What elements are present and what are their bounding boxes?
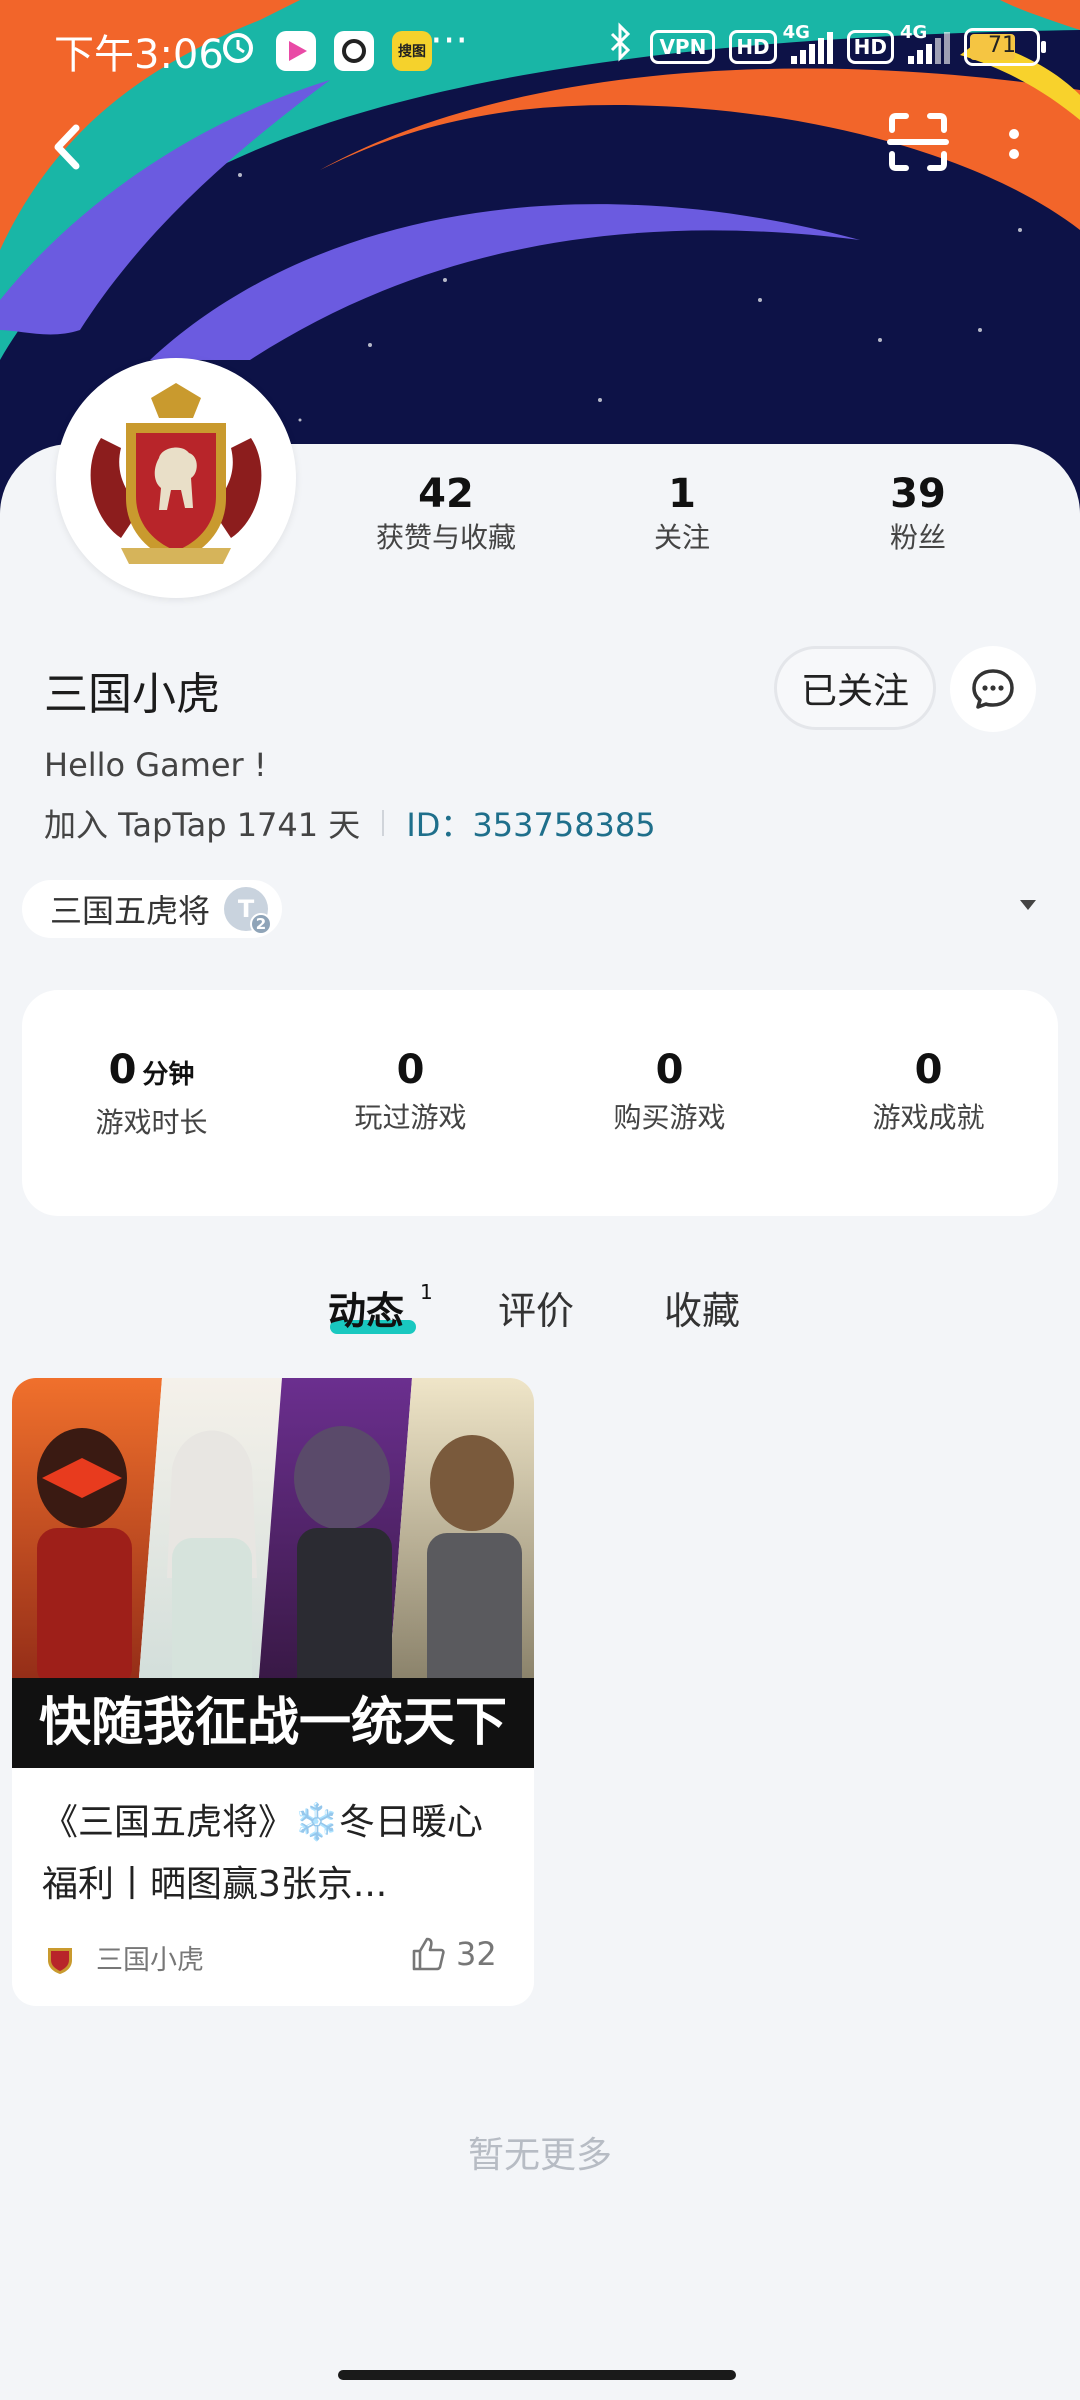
stat-likes-label: 获赞与收藏 xyxy=(376,521,517,554)
bluetooth-icon xyxy=(606,22,636,71)
hd-indicator-2: HD xyxy=(846,29,894,64)
user-id[interactable]: ID：353758385 xyxy=(406,800,655,846)
stat-likes-collections[interactable]: 42 获赞与收藏 xyxy=(376,470,516,558)
network-type-2: 4G xyxy=(900,21,928,43)
post-title: 《三国五虎将》❄️冬日暖心福利丨晒图赢3张京... xyxy=(42,1802,483,1905)
stat-playtime[interactable]: 0 分钟 游戏时长 xyxy=(22,1042,281,1143)
hd-indicator-1: HD xyxy=(729,29,777,64)
stat-followers-value: 39 xyxy=(890,471,946,517)
status-time: 下午3:06 xyxy=(54,32,224,78)
tag-expand-icon[interactable] xyxy=(1020,900,1036,910)
video-app-icon xyxy=(276,30,316,71)
signal-icon-2: 4G xyxy=(900,22,950,64)
user-bio: Hello Gamer ! xyxy=(44,746,267,784)
status-right-icons: VPN HD 4G HD 4G 71 xyxy=(606,22,1046,71)
playtime-value: 0 xyxy=(108,1047,137,1093)
scan-icon xyxy=(887,113,949,171)
status-more-dots: ··· xyxy=(430,18,469,64)
post-author[interactable]: 三国小虎 xyxy=(42,1938,204,1977)
more-options-button[interactable] xyxy=(994,110,1034,174)
alarm-icon xyxy=(218,26,258,75)
stat-following[interactable]: 1 关注 xyxy=(622,470,742,558)
status-notification-icons: 搜图 xyxy=(218,26,432,75)
post-author-name: 三国小虎 xyxy=(96,1945,204,1976)
like-count: 32 xyxy=(456,1935,497,1973)
purchased-games-value: 0 xyxy=(655,1047,684,1093)
tab-feed-count: 1 xyxy=(420,1280,433,1304)
stat-following-label: 关注 xyxy=(653,521,710,554)
join-info-row: 加入 TapTap 1741 天 ID：353758385 xyxy=(44,800,656,846)
following-button[interactable]: 已关注 xyxy=(774,646,936,730)
gryffindor-crest-image xyxy=(90,383,262,564)
vpn-indicator: VPN xyxy=(650,29,716,64)
more-vertical-icon xyxy=(1009,129,1019,159)
post-card[interactable]: 快随我征战一统天下 《三国五虎将》❄️冬日暖心福利丨晒图赢3张京... 三国小虎… xyxy=(12,1378,534,2006)
back-icon xyxy=(54,124,80,170)
stat-following-value: 1 xyxy=(668,471,696,517)
tab-favorites[interactable]: 收藏 xyxy=(664,1280,740,1335)
status-bar: 下午3:06 搜图 ··· VPN HD 4G HD 4G 71 xyxy=(0,0,1080,96)
app-switch-icon xyxy=(334,30,374,71)
author-avatar xyxy=(48,1947,72,1974)
join-days: 加入 TapTap 1741 天 xyxy=(44,806,361,844)
divider xyxy=(382,810,385,836)
stat-purchased-games[interactable]: 0 购买游戏 xyxy=(540,1042,799,1138)
tag-level-badge-icon: T 2 xyxy=(224,887,273,935)
post-cover-image: 快随我征战一统天下 xyxy=(12,1378,534,1768)
signal-icon-1: 4G xyxy=(783,22,833,64)
username: 三国小虎 xyxy=(44,669,220,720)
game-stats-card: 0 分钟 游戏时长 0 玩过游戏 0 购买游戏 0 游戏成就 xyxy=(22,990,1058,1216)
game-tag[interactable]: 三国五虎将 T 2 xyxy=(22,880,283,938)
purchased-games-label: 购买游戏 xyxy=(613,1101,726,1134)
playtime-label: 游戏时长 xyxy=(95,1106,208,1139)
message-icon xyxy=(972,669,1014,709)
back-button[interactable] xyxy=(40,112,100,182)
stat-followers[interactable]: 39 粉丝 xyxy=(858,470,978,558)
playtime-unit: 分钟 xyxy=(142,1060,195,1090)
post-cover-caption: 快随我征战一统天下 xyxy=(39,1692,507,1753)
avatar[interactable] xyxy=(56,358,296,598)
tag-badge-level: 2 xyxy=(250,913,273,935)
stat-played-games[interactable]: 0 玩过游戏 xyxy=(281,1042,540,1138)
stat-followers-label: 粉丝 xyxy=(889,521,946,554)
played-games-label: 玩过游戏 xyxy=(354,1101,467,1134)
like-icon xyxy=(412,1937,445,1971)
tab-feed[interactable]: 动态 xyxy=(328,1280,404,1335)
stat-likes-value: 42 xyxy=(418,471,474,517)
message-button[interactable] xyxy=(950,646,1036,732)
search-image-app-icon: 搜图 xyxy=(392,30,432,71)
like-button[interactable]: 32 xyxy=(408,1934,497,1974)
achievements-label: 游戏成就 xyxy=(872,1101,985,1134)
played-games-value: 0 xyxy=(396,1047,425,1093)
game-tag-label: 三国五虎将 xyxy=(50,892,211,930)
stat-achievements[interactable]: 0 游戏成就 xyxy=(799,1042,1058,1138)
battery-indicator: 71 xyxy=(964,27,1046,66)
no-more-content: 暂无更多 xyxy=(467,2135,612,2176)
tab-reviews[interactable]: 评价 xyxy=(498,1280,574,1335)
battery-level: 71 xyxy=(988,32,1016,58)
home-indicator[interactable] xyxy=(338,2370,736,2380)
scan-button[interactable] xyxy=(886,110,950,174)
network-type-1: 4G xyxy=(782,21,810,43)
achievements-value: 0 xyxy=(914,1047,943,1093)
